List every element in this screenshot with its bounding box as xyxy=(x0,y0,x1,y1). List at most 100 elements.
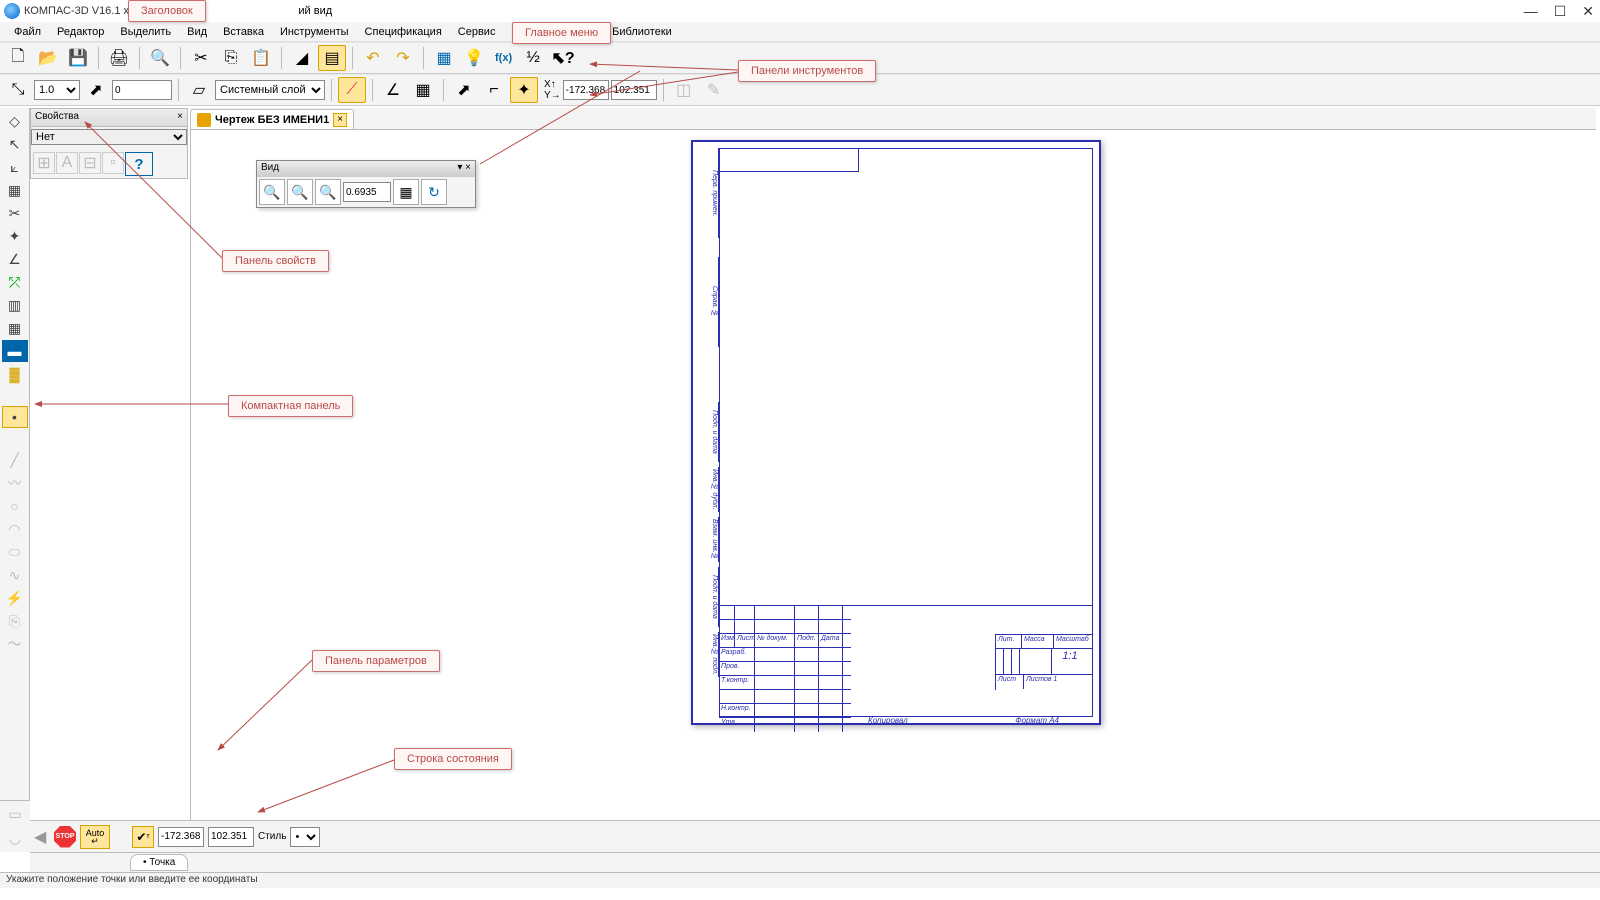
cp-circle-icon[interactable]: ○ xyxy=(2,495,28,517)
zoom-input[interactable] xyxy=(343,182,391,202)
y-input[interactable] xyxy=(611,80,657,100)
eraser-icon[interactable]: ◢ xyxy=(288,45,316,71)
zoom-fit-icon[interactable]: 🔍 xyxy=(315,179,341,205)
menu-editor[interactable]: Редактор xyxy=(49,24,112,40)
cut-icon[interactable]: ✂ xyxy=(187,45,215,71)
cp-point-icon[interactable]: • xyxy=(2,406,28,428)
ucs-icon[interactable]: ⬈ xyxy=(450,77,478,103)
xy-label: X↑Y→ xyxy=(544,79,561,101)
props-help-icon[interactable]: ? xyxy=(125,152,153,176)
cp-table-icon[interactable]: ▦ xyxy=(2,317,28,339)
prev-icon[interactable]: ◀ xyxy=(34,827,50,847)
view-floating-panel[interactable]: Вид ▾ × 🔍 🔍 🔍 ▦ ↻ xyxy=(256,160,476,208)
bl-rect-icon[interactable]: ▭ xyxy=(2,803,28,825)
fx-icon[interactable]: f(x) xyxy=(490,45,517,71)
param-x-input[interactable] xyxy=(158,827,204,847)
document-tabs: Чертеж БЕЗ ИМЕНИ1 × xyxy=(190,108,1596,130)
save-icon[interactable]: 💾 xyxy=(64,45,92,71)
maximize-button[interactable]: ☐ xyxy=(1554,3,1567,20)
scale-select[interactable]: 1.0 xyxy=(34,80,80,100)
style-select[interactable]: • xyxy=(290,827,320,847)
cp-text-icon[interactable]: ▦ xyxy=(2,179,28,201)
cp-spec-icon[interactable]: ▥ xyxy=(2,294,28,316)
menu-file[interactable]: Файл xyxy=(6,24,49,40)
properties-icon[interactable]: ▤ xyxy=(318,45,346,71)
menu-libs[interactable]: Библиотеки xyxy=(604,24,680,40)
auto-button[interactable]: Auto↵ xyxy=(80,825,110,849)
menu-spec[interactable]: Спецификация xyxy=(357,24,450,40)
grid-icon[interactable]: ▦ xyxy=(409,77,437,103)
cp-bezier-icon[interactable]: 〰 xyxy=(2,472,28,494)
props-tool2-icon[interactable]: A xyxy=(56,152,78,174)
param-y-input[interactable] xyxy=(208,827,254,847)
paste-icon[interactable]: 📋 xyxy=(247,45,275,71)
zoom-out-icon[interactable]: 🔍 xyxy=(287,179,313,205)
layer-select[interactable]: Системный слой (0) xyxy=(215,80,325,100)
menu-view[interactable]: Вид xyxy=(179,24,215,40)
doc-tab-1[interactable]: Чертеж БЕЗ ИМЕНИ1 × xyxy=(190,109,354,129)
coord-icon[interactable]: ⬈ xyxy=(82,77,110,103)
cp-line-icon[interactable]: ╱ xyxy=(2,449,28,471)
copy-icon[interactable]: ⎘ xyxy=(217,45,245,71)
point-tabbar: • Точка xyxy=(30,852,1600,872)
cp-geometry-icon[interactable]: ◇ xyxy=(2,110,28,132)
menu-tools[interactable]: Инструменты xyxy=(272,24,357,40)
redo-icon[interactable]: ↷ xyxy=(389,45,417,71)
menu-service[interactable]: Сервис xyxy=(450,24,504,40)
zoom-in-icon[interactable]: 🔍 xyxy=(259,179,285,205)
close-button[interactable]: ✕ xyxy=(1582,3,1594,20)
props-tool3-icon[interactable]: ⊟ xyxy=(79,152,101,174)
cp-select-icon[interactable]: ⤱ xyxy=(2,271,28,293)
tool-b-icon[interactable]: ✎ xyxy=(700,77,728,103)
menu-select[interactable]: Выделить xyxy=(112,24,179,40)
props-tool1-icon[interactable]: ⊞ xyxy=(33,152,55,174)
cp-more-icon[interactable]: ▓ xyxy=(2,363,28,385)
ortho-icon[interactable]: ⌐ xyxy=(480,77,508,103)
open-icon[interactable]: 📂 xyxy=(34,45,62,71)
cp-ellipse-icon[interactable]: ⬭ xyxy=(2,541,28,563)
cp-spline-icon[interactable]: ∿ xyxy=(2,564,28,586)
bulb-icon[interactable]: 💡 xyxy=(460,45,488,71)
cp-chain-icon[interactable]: 〜 xyxy=(2,633,28,655)
cp-copy-icon[interactable]: ⎘ xyxy=(2,610,28,632)
props-select[interactable]: Нет xyxy=(31,129,187,145)
view-grid-icon[interactable]: ▦ xyxy=(393,179,419,205)
scale-icon[interactable]: ⤡ xyxy=(4,77,32,103)
cp-measure-icon[interactable]: ∠ xyxy=(2,248,28,270)
canvas[interactable]: Вид ▾ × 🔍 🔍 🔍 ▦ ↻ Перв. примен. Справ. №… xyxy=(190,130,1596,820)
view-refresh-icon[interactable]: ↻ xyxy=(421,179,447,205)
vcheck-button[interactable]: ✔т xyxy=(132,826,154,848)
spec-icon[interactable]: ▦ xyxy=(430,45,458,71)
layers-icon[interactable]: ▱ xyxy=(185,77,213,103)
cp-arrow-icon[interactable]: ↖ xyxy=(2,133,28,155)
tool-a-icon[interactable]: ◫ xyxy=(670,77,698,103)
snap-icon[interactable]: ⟋ xyxy=(338,77,366,103)
snap2-icon[interactable]: ✦ xyxy=(510,77,538,103)
cp-dimension-icon[interactable]: ⟀ xyxy=(2,156,28,178)
props-close-icon[interactable]: × xyxy=(177,111,183,124)
coord-input[interactable] xyxy=(112,80,172,100)
cp-bolt-icon[interactable]: ⚡ xyxy=(2,587,28,609)
props-tool4-icon[interactable]: ▫ xyxy=(102,152,124,174)
cp-sheet-icon[interactable]: ▬ xyxy=(2,340,28,362)
print-icon[interactable]: 🖨 xyxy=(105,45,133,71)
bl-arc-icon[interactable]: ◡ xyxy=(2,827,28,849)
whatsthis-icon[interactable]: ⬉? xyxy=(549,45,577,71)
minimize-button[interactable]: — xyxy=(1524,3,1538,20)
angle-icon[interactable]: ∠ xyxy=(379,77,407,103)
doc-icon xyxy=(197,113,211,127)
drawing-sheet: Перв. примен. Справ. № Подп. и дата Инв.… xyxy=(691,140,1101,725)
vars-icon[interactable]: ½ xyxy=(519,45,547,71)
doc-tab-close-icon[interactable]: × xyxy=(333,113,347,127)
menu-insert[interactable]: Вставка xyxy=(215,24,272,40)
cp-edit-icon[interactable]: ✂ xyxy=(2,202,28,224)
cp-param-icon[interactable]: ✦ xyxy=(2,225,28,247)
view-close-icon[interactable]: ▾ × xyxy=(457,162,471,176)
preview-icon[interactable]: 🔍 xyxy=(146,45,174,71)
new-icon[interactable]: 🗋 xyxy=(4,45,32,71)
stop-button[interactable]: STOP xyxy=(54,826,76,848)
undo-icon[interactable]: ↶ xyxy=(359,45,387,71)
x-input[interactable] xyxy=(563,80,609,100)
cp-arc-icon[interactable]: ◠ xyxy=(2,518,28,540)
point-tab[interactable]: • Точка xyxy=(130,854,188,871)
